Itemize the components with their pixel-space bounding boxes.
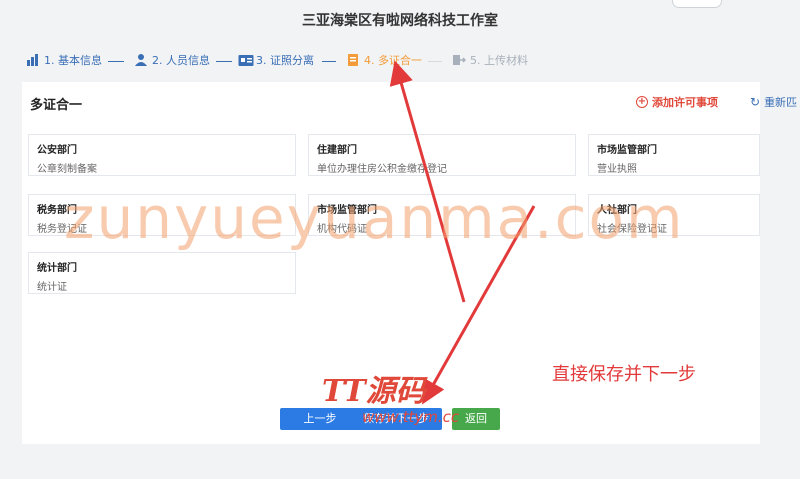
dept-card: 市场监管部门 营业执照 [588, 134, 760, 176]
upload-icon [452, 53, 467, 67]
logo-watermark: TT源码 [322, 374, 426, 409]
person-icon [134, 53, 148, 67]
dept-item: 单位办理住房公积金缴存登记 [317, 164, 447, 175]
step-label: 4. 多证合一 [364, 54, 422, 67]
add-permit-button[interactable]: + 添加许可事项 [636, 94, 718, 110]
prev-step-button[interactable]: 上一步 [280, 408, 360, 430]
dept-name: 统计部门 [37, 263, 77, 274]
step-progress: 1. 基本信息 2. 人员信息 3. 证照分离 4. 多证合一 5. 上传材料 [22, 52, 782, 70]
id-card-icon [238, 53, 254, 67]
dept-item: 统计证 [37, 282, 67, 293]
step-label: 3. 证照分离 [256, 54, 314, 67]
annotation-text: 直接保存并下一步 [552, 364, 696, 385]
refresh-icon: ↻ [750, 95, 761, 109]
step-basic-info[interactable]: 1. 基本信息 [26, 52, 102, 68]
watermark: zunyueyuanma.com [64, 184, 685, 252]
user-menu[interactable] [672, 0, 722, 8]
step-connector [108, 61, 124, 62]
step-license-separation[interactable]: 3. 证照分离 [238, 52, 314, 68]
step-connector [428, 61, 442, 62]
step-label: 1. 基本信息 [44, 54, 102, 67]
step-connector [322, 61, 336, 62]
company-title: 三亚海棠区有啦网络科技工作室 [302, 13, 498, 29]
dept-card: 统计部门 统计证 [28, 252, 296, 294]
certificate-icon [346, 53, 360, 67]
dept-name: 市场监管部门 [597, 145, 657, 156]
dept-item: 营业执照 [597, 164, 637, 175]
step-label: 5. 上传材料 [470, 54, 528, 67]
step-label: 2. 人员信息 [152, 54, 210, 67]
back-button[interactable]: 返回 [452, 408, 500, 430]
dept-card: 公安部门 公章刻制备案 [28, 134, 296, 176]
dept-card: 住建部门 单位办理住房公积金缴存登记 [308, 134, 576, 176]
dept-item: 公章刻制备案 [37, 164, 97, 175]
bar-chart-icon [26, 53, 40, 67]
step-upload-materials[interactable]: 5. 上传材料 [452, 52, 528, 68]
step-personnel-info[interactable]: 2. 人员信息 [134, 52, 210, 68]
dept-name: 公安部门 [37, 145, 77, 156]
step-multi-cert[interactable]: 4. 多证合一 [346, 52, 422, 68]
rematch-button[interactable]: ↻ 重新匹 [750, 94, 797, 110]
dept-name: 住建部门 [317, 145, 357, 156]
step-connector [216, 61, 232, 62]
url-watermark: www.ttym.cc [362, 408, 460, 426]
add-permit-label: 添加许可事项 [652, 96, 718, 109]
rematch-label: 重新匹 [764, 96, 798, 109]
section-title: 多证合一 [30, 98, 83, 113]
top-bar: 三亚海棠区有啦网络科技工作室 [0, 0, 800, 44]
plus-circle-icon: + [636, 96, 648, 108]
